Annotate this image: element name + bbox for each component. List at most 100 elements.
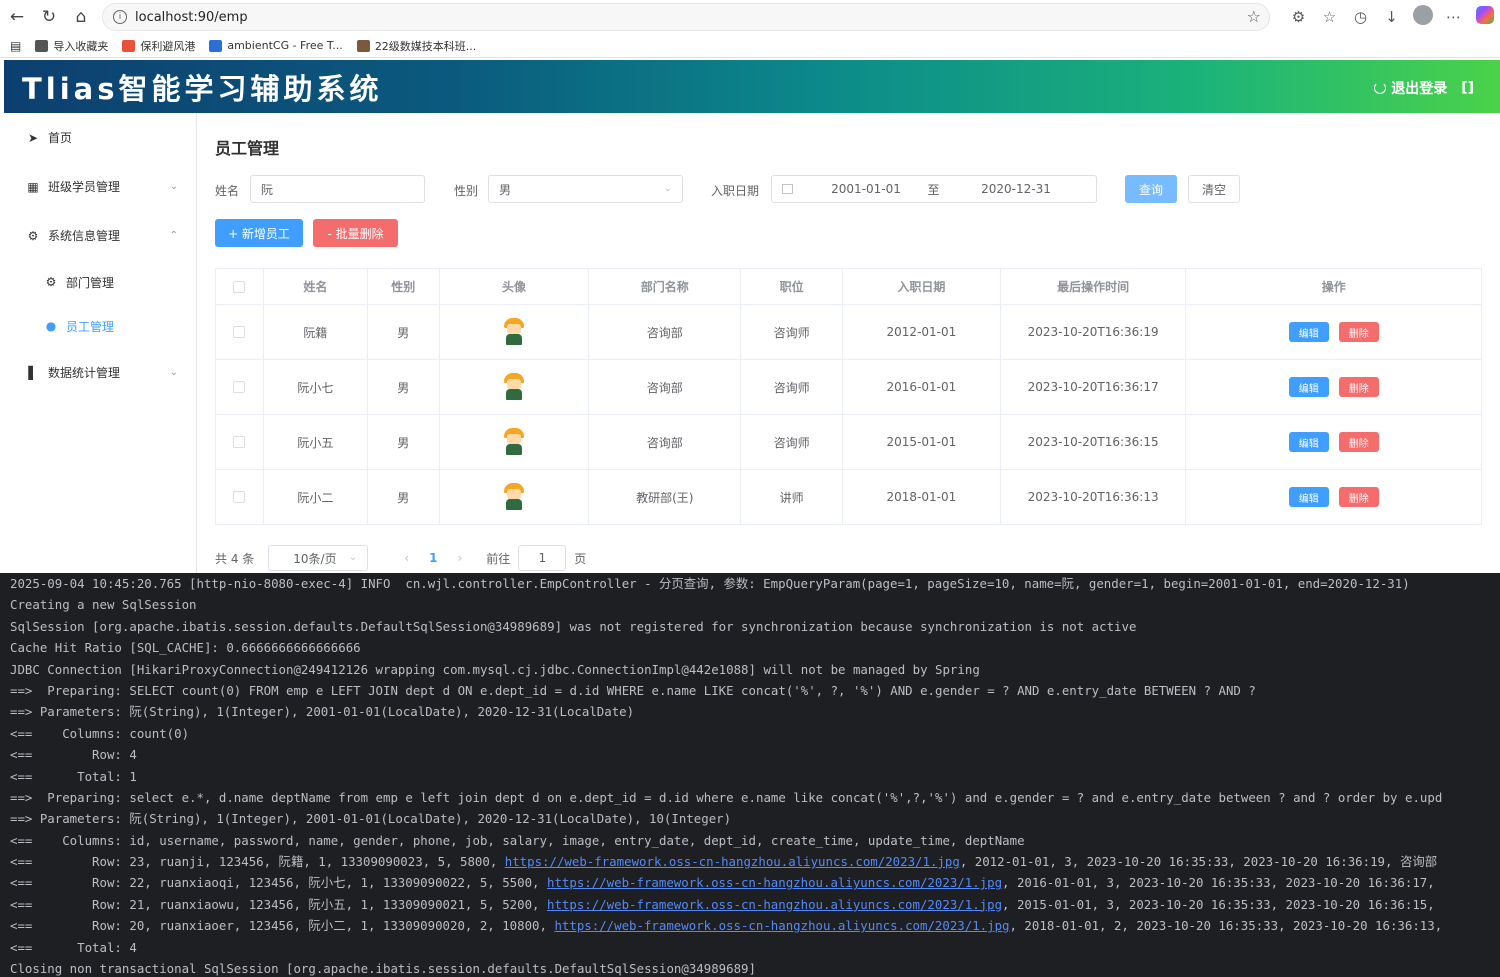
clear-button[interactable]: 清空 [1188, 175, 1240, 203]
cell-name: 阮籍 [264, 305, 368, 359]
more-icon[interactable]: ⋯ [1438, 8, 1469, 26]
table-header: 姓名 性别 头像 部门名称 职位 入职日期 最后操作时间 操作 [216, 269, 1481, 305]
console-link[interactable]: https://web-framework.oss-cn-hangzhou.al… [505, 854, 960, 869]
sidebar-item-dept-management[interactable]: ⚙ 部门管理 [4, 260, 196, 304]
edit-button[interactable]: 编辑 [1288, 322, 1329, 342]
cell-avatar [440, 470, 590, 524]
cell-entry-date: 2015-01-01 [843, 415, 1001, 469]
download-icon[interactable]: ↓ [1376, 8, 1407, 26]
console-text: , 2018-01-01, 2, 2023-10-20 16:35:33, 20… [1009, 918, 1443, 934]
pagination-total: 共 4 条 [215, 551, 255, 566]
delete-button[interactable]: 删除 [1338, 487, 1379, 507]
favorite-link[interactable]: 导入收藏夹 [35, 38, 108, 54]
favorite-link[interactable]: 22级数媒技本科班... [356, 38, 477, 54]
favorites-icon[interactable]: ☆ [1314, 8, 1345, 26]
power-icon [1374, 82, 1387, 94]
delete-button[interactable]: 删除 [1338, 377, 1379, 397]
cell-gender: 男 [368, 305, 440, 359]
console-text: , 2012-01-01, 3, 2023-10-20 16:35:33, 20… [959, 854, 1438, 870]
name-label: 姓名 [215, 184, 240, 198]
console-line: ==> Parameters: 阮(String), 1(Integer), 2… [10, 704, 635, 720]
cell-job: 讲师 [741, 470, 844, 524]
batch-delete-button[interactable]: - 批量删除 [313, 219, 398, 247]
row-select-cell [216, 305, 264, 359]
info-icon[interactable]: i [113, 10, 127, 24]
gender-select[interactable]: 男 ⌄ [488, 175, 683, 203]
pagination: 共 4 条 10条/页 ⌄ ‹ 1 › 前往 1 页 [215, 544, 586, 572]
logout-button[interactable]: 退出登录 [] [1374, 78, 1474, 98]
cell-gender: 男 [368, 415, 440, 469]
row-checkbox[interactable] [233, 326, 246, 338]
favorite-star-icon[interactable]: ☆ [1247, 7, 1261, 26]
app-header: Tlias智能学习辅助系统 退出登录 [] [4, 60, 1500, 113]
select-all-checkbox[interactable] [233, 280, 246, 293]
sidebar-item-class-management[interactable]: ▦ 班级学员管理 ⌄ [4, 162, 196, 211]
sidebar-item-home[interactable]: ➤ 首页 [4, 113, 196, 162]
extensions-icon[interactable]: ⚙ [1283, 8, 1314, 26]
column-header: 性别 [368, 269, 440, 304]
favorite-link[interactable]: ambientCG - Free T... [209, 39, 343, 52]
collapse-icon[interactable]: [] [1461, 80, 1474, 96]
edit-button[interactable]: 编辑 [1288, 377, 1329, 397]
reload-icon[interactable]: ↻ [34, 2, 64, 32]
next-page-icon[interactable]: › [457, 551, 462, 565]
gender-label: 性别 [454, 184, 479, 198]
grid-icon: ▦ [27, 179, 39, 194]
column-header: 姓名 [264, 269, 368, 304]
prev-page-icon[interactable]: ‹ [404, 551, 409, 565]
copilot-icon[interactable] [1469, 6, 1500, 28]
console-link[interactable]: https://web-framework.oss-cn-hangzhou.al… [554, 918, 1009, 933]
row-checkbox[interactable] [233, 381, 246, 393]
name-input[interactable]: 阮 [250, 175, 425, 203]
back-icon[interactable]: ← [2, 2, 32, 32]
cell-dept: 咨询部 [589, 415, 742, 469]
column-header: 入职日期 [843, 269, 1001, 304]
reading-list-icon[interactable]: ▤ [10, 39, 21, 53]
cell-update-time: 2023-10-20T16:36:15 [1001, 415, 1187, 469]
sidebar-item-label: 员工管理 [66, 319, 115, 334]
delete-button[interactable]: 删除 [1338, 432, 1379, 452]
goto-page-input[interactable]: 1 [518, 545, 567, 571]
console-line: Cache Hit Ratio [SQL_CACHE]: 0.666666666… [10, 640, 361, 656]
console-line: 2025-09-04 10:45:20.765 [http-nio-8080-e… [10, 576, 1410, 591]
cell-job: 咨询师 [741, 305, 844, 359]
sidebar-item-statistics[interactable]: ▌ 数据统计管理 ⌄ [4, 348, 196, 397]
sidebar-item-label: 数据统计管理 [48, 366, 121, 380]
console-link[interactable]: https://web-framework.oss-cn-hangzhou.al… [547, 875, 1002, 890]
row-select-cell [216, 470, 264, 524]
history-icon[interactable]: ◷ [1345, 8, 1376, 26]
date-start[interactable]: 2001-01-01 [821, 182, 911, 196]
row-checkbox[interactable] [233, 491, 246, 503]
console-text: , 2016-01-01, 3, 2023-10-20 16:35:33, 20… [1002, 875, 1435, 891]
console-output: 2025-09-04 10:45:20.765 [http-nio-8080-e… [0, 573, 1500, 977]
row-checkbox[interactable] [233, 436, 246, 448]
query-button[interactable]: 查询 [1125, 175, 1177, 203]
home-icon[interactable]: ⌂ [66, 2, 96, 32]
page-size-select[interactable]: 10条/页 ⌄ [268, 545, 369, 571]
favorite-label: 22级数媒技本科班... [374, 39, 477, 53]
date-range-picker[interactable]: 2001-01-01 至 2020-12-31 [771, 175, 1097, 203]
name-input-value: 阮 [261, 182, 274, 197]
delete-button[interactable]: 删除 [1338, 322, 1379, 342]
sidebar-item-emp-management[interactable]: ● 员工管理 [4, 304, 196, 348]
console-link[interactable]: https://web-framework.oss-cn-hangzhou.al… [547, 897, 1002, 912]
profile-icon[interactable] [1407, 5, 1438, 29]
cell-job: 咨询师 [741, 415, 844, 469]
employee-table: 姓名 性别 头像 部门名称 职位 入职日期 最后操作时间 操作 阮籍男咨询部 咨询师 2012-01… [215, 268, 1482, 525]
console-line: <== Row: 20, ruanxiaoer, 123456, 阮小二, 1,… [0, 915, 1500, 936]
cell-gender: 男 [368, 360, 440, 414]
page-suffix: 页 [574, 551, 587, 566]
address-bar[interactable]: i localhost:90/emp ☆ [102, 3, 1270, 31]
favorite-icon [209, 39, 223, 52]
date-end[interactable]: 2020-12-31 [956, 182, 1076, 196]
entry-date-label: 入职日期 [711, 184, 760, 198]
edit-button[interactable]: 编辑 [1288, 487, 1329, 507]
favorite-link[interactable]: 保利避风港 [122, 38, 195, 54]
page-number-current[interactable]: 1 [429, 551, 437, 565]
cell-dept: 教研部(王) [589, 470, 742, 524]
edit-button[interactable]: 编辑 [1288, 432, 1329, 452]
sidebar-item-system-management[interactable]: ⚙ 系统信息管理 ⌃ [4, 211, 196, 260]
add-employee-button[interactable]: + 新增员工 [215, 219, 303, 247]
goto-label: 前往 [486, 551, 511, 566]
console-line: <== Row: 21, ruanxiaowu, 123456, 阮小五, 1,… [0, 894, 1500, 915]
